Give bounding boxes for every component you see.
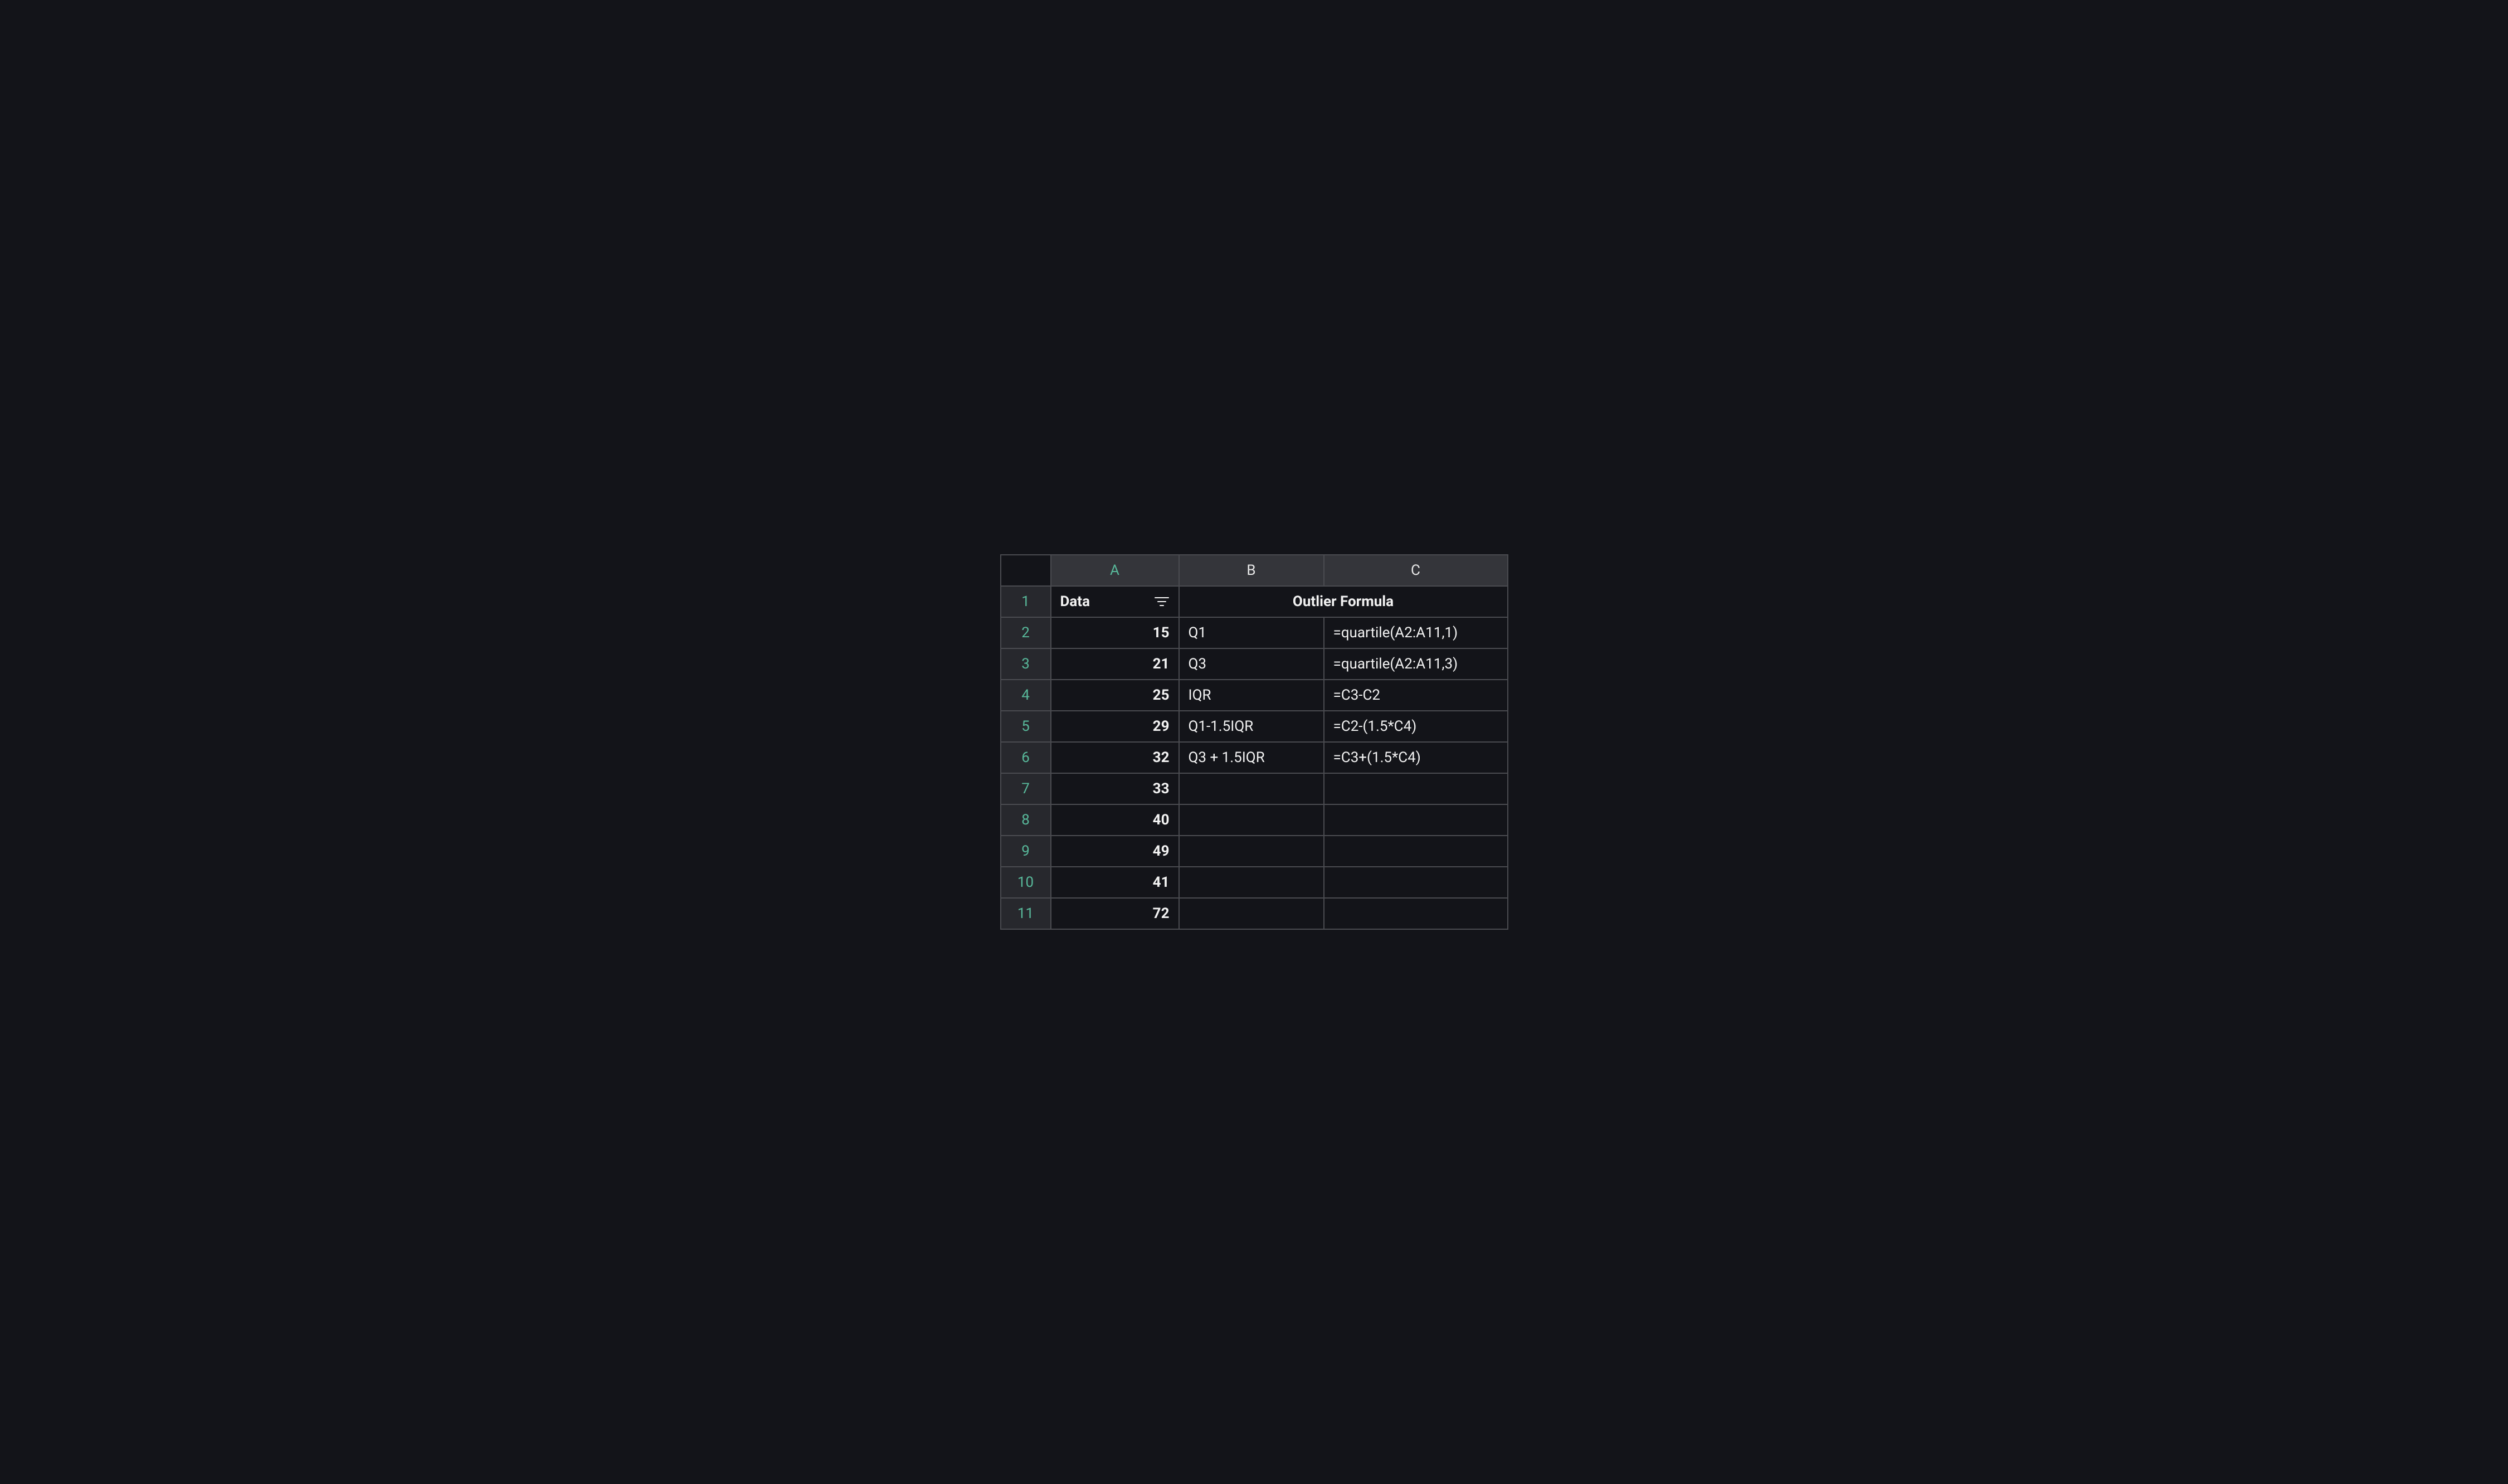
cell-C6[interactable]: =C3+(1.5*C4) [1324, 742, 1508, 773]
cell-B4[interactable]: IQR [1179, 680, 1324, 711]
row-header-2[interactable]: 2 [1001, 617, 1051, 648]
cell-A2[interactable]: 15 [1051, 617, 1179, 648]
col-header-B[interactable]: B [1179, 555, 1324, 586]
row-1: 1 Data Outlier Formula [1001, 586, 1508, 617]
row-9: 9 49 [1001, 836, 1508, 867]
row-header-3[interactable]: 3 [1001, 648, 1051, 680]
cell-A1[interactable]: Data [1051, 586, 1179, 617]
cell-BC1[interactable]: Outlier Formula [1179, 586, 1508, 617]
row-11: 11 72 [1001, 898, 1508, 929]
spreadsheet-grid: A B C 1 Data Outlier Form [1000, 554, 1508, 930]
row-3: 3 21 Q3 =quartile(A2:A11,3) [1001, 648, 1508, 680]
cell-B5[interactable]: Q1-1.5IQR [1179, 711, 1324, 742]
cell-A7[interactable]: 33 [1051, 773, 1179, 804]
cell-C9[interactable] [1324, 836, 1508, 867]
row-header-1[interactable]: 1 [1001, 586, 1051, 617]
col-header-C[interactable]: C [1324, 555, 1508, 586]
cell-B8[interactable] [1179, 804, 1324, 836]
cell-A9[interactable]: 49 [1051, 836, 1179, 867]
cell-C11[interactable] [1324, 898, 1508, 929]
filter-icon[interactable] [1154, 596, 1170, 607]
cell-B6[interactable]: Q3 + 1.5IQR [1179, 742, 1324, 773]
cell-B10[interactable] [1179, 867, 1324, 898]
row-header-7[interactable]: 7 [1001, 773, 1051, 804]
corner-cell [1001, 555, 1051, 586]
cell-C5[interactable]: =C2-(1.5*C4) [1324, 711, 1508, 742]
row-5: 5 29 Q1-1.5IQR =C2-(1.5*C4) [1001, 711, 1508, 742]
cell-C7[interactable] [1324, 773, 1508, 804]
cell-A3[interactable]: 21 [1051, 648, 1179, 680]
cell-A6[interactable]: 32 [1051, 742, 1179, 773]
spreadsheet-container: A B C 1 Data Outlier Form [0, 0, 2508, 1484]
cell-B11[interactable] [1179, 898, 1324, 929]
cell-A5[interactable]: 29 [1051, 711, 1179, 742]
row-8: 8 40 [1001, 804, 1508, 836]
cell-A8[interactable]: 40 [1051, 804, 1179, 836]
row-header-11[interactable]: 11 [1001, 898, 1051, 929]
row-4: 4 25 IQR =C3-C2 [1001, 680, 1508, 711]
cell-A11[interactable]: 72 [1051, 898, 1179, 929]
row-7: 7 33 [1001, 773, 1508, 804]
cell-C2[interactable]: =quartile(A2:A11,1) [1324, 617, 1508, 648]
row-6: 6 32 Q3 + 1.5IQR =C3+(1.5*C4) [1001, 742, 1508, 773]
cell-A10[interactable]: 41 [1051, 867, 1179, 898]
row-10: 10 41 [1001, 867, 1508, 898]
cell-C3[interactable]: =quartile(A2:A11,3) [1324, 648, 1508, 680]
cell-B7[interactable] [1179, 773, 1324, 804]
row-header-4[interactable]: 4 [1001, 680, 1051, 711]
row-header-8[interactable]: 8 [1001, 804, 1051, 836]
row-header-6[interactable]: 6 [1001, 742, 1051, 773]
cell-A4[interactable]: 25 [1051, 680, 1179, 711]
row-header-5[interactable]: 5 [1001, 711, 1051, 742]
cell-C10[interactable] [1324, 867, 1508, 898]
row-header-10[interactable]: 10 [1001, 867, 1051, 898]
cell-C4[interactable]: =C3-C2 [1324, 680, 1508, 711]
row-header-9[interactable]: 9 [1001, 836, 1051, 867]
cell-B3[interactable]: Q3 [1179, 648, 1324, 680]
cell-B2[interactable]: Q1 [1179, 617, 1324, 648]
column-header-row: A B C [1001, 555, 1508, 586]
row-2: 2 15 Q1 =quartile(A2:A11,1) [1001, 617, 1508, 648]
col-header-A[interactable]: A [1051, 555, 1179, 586]
cell-C8[interactable] [1324, 804, 1508, 836]
cell-A1-text: Data [1060, 593, 1090, 610]
cell-B9[interactable] [1179, 836, 1324, 867]
